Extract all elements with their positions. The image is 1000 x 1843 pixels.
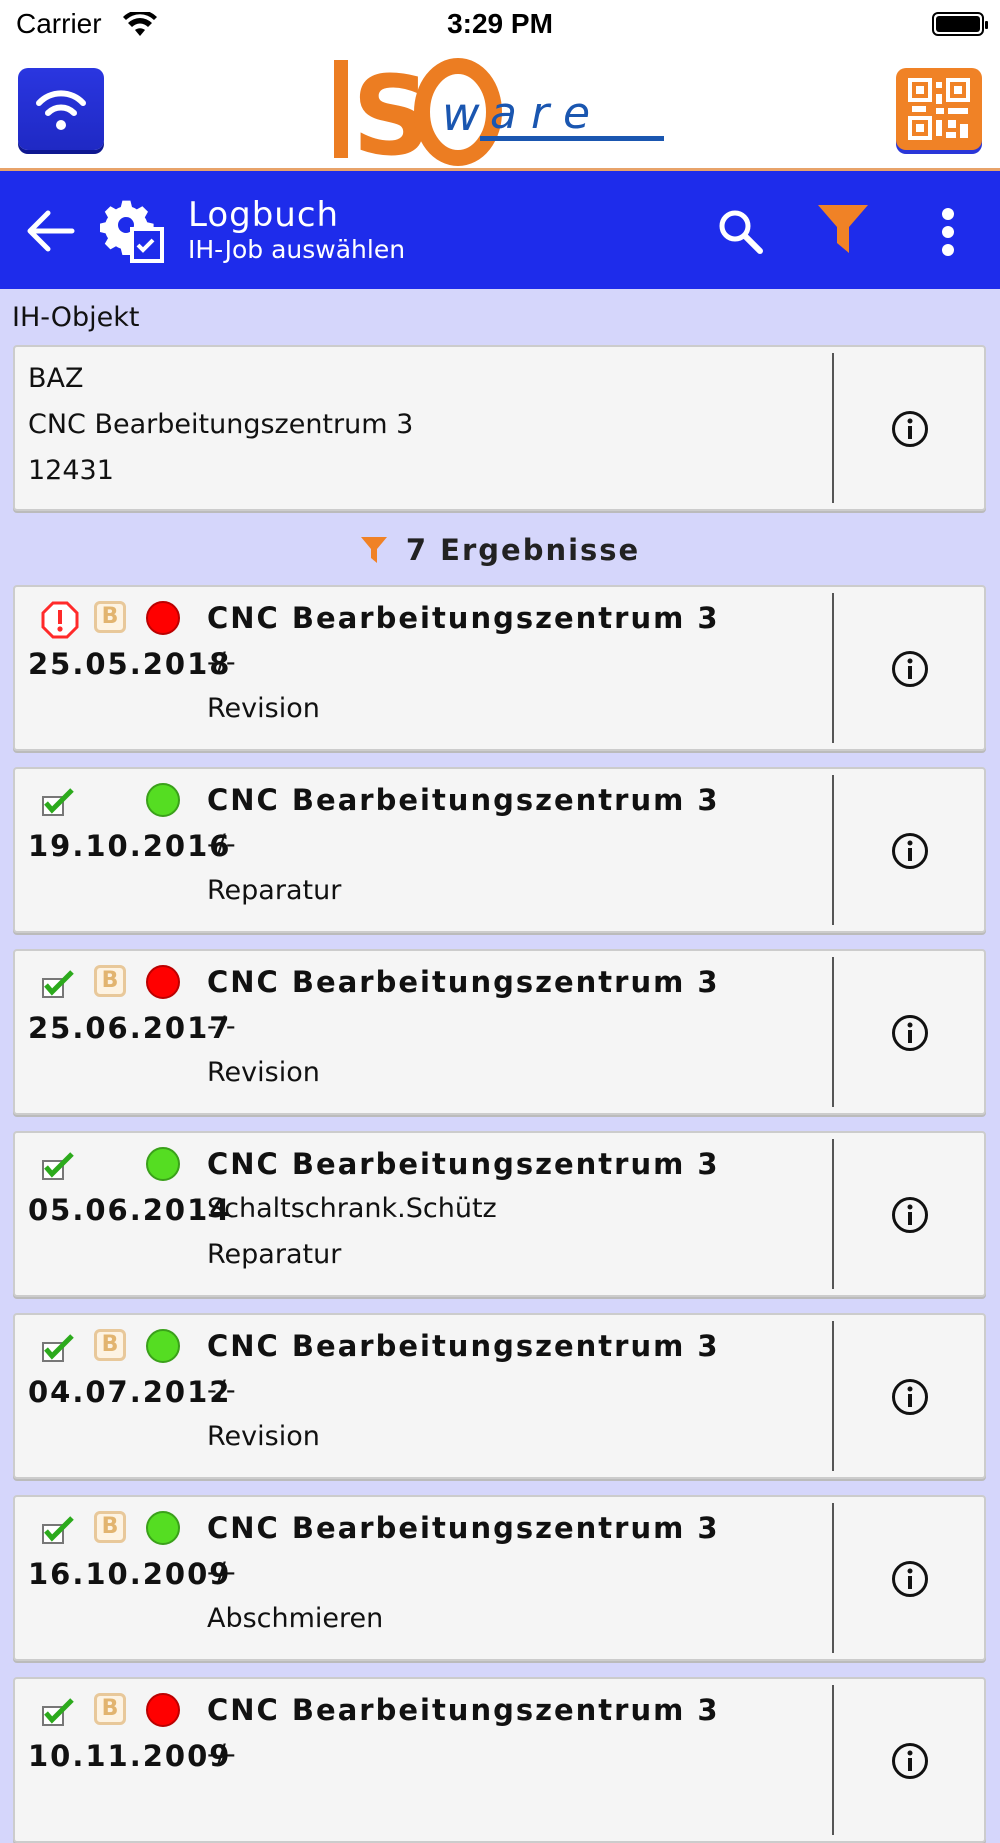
page-subtitle: IH-Job auswählen — [188, 235, 406, 264]
checkmark-icon — [42, 788, 74, 816]
list-item[interactable]: 19.10.2016 CNC Bearbeitungszentrum 3 -/-… — [13, 767, 986, 933]
job-subtitle: -/- — [207, 829, 236, 860]
b-badge-icon: B — [94, 965, 126, 997]
b-badge-icon: B — [94, 601, 126, 633]
list-item[interactable]: B 25.06.2017 CNC Bearbeitungszentrum 3 -… — [13, 949, 986, 1115]
checkmark-icon — [42, 1698, 74, 1726]
list-item[interactable]: 05.06.2014 CNC Bearbeitungszentrum 3 Sch… — [13, 1131, 986, 1297]
info-icon[interactable] — [891, 832, 929, 870]
divider — [832, 1685, 834, 1835]
exclamation-icon — [41, 601, 79, 639]
filter-icon[interactable] — [816, 203, 870, 255]
job-title: CNC Bearbeitungszentrum 3 — [207, 1693, 720, 1727]
divider — [832, 1321, 834, 1471]
job-date: 25.06.2017 — [28, 1011, 232, 1045]
job-date: 25.05.2018 — [28, 647, 232, 681]
info-icon[interactable] — [891, 1014, 929, 1052]
gear-checklist-icon — [100, 200, 164, 263]
object-number: 12431 — [28, 455, 114, 486]
info-icon[interactable] — [891, 1560, 929, 1598]
job-subtitle: -/- — [207, 1375, 236, 1406]
job-type: Abschmieren — [207, 1603, 384, 1634]
divider — [832, 353, 834, 503]
info-icon[interactable] — [891, 1378, 929, 1416]
isoware-logo: S w are — [334, 54, 664, 166]
battery-icon — [932, 12, 988, 36]
job-subtitle: -/- — [207, 1011, 236, 1042]
job-title: CNC Bearbeitungszentrum 3 — [207, 1147, 720, 1181]
section-label: IH-Objekt — [12, 302, 140, 333]
object-code: BAZ — [28, 363, 84, 394]
wifi-button[interactable] — [18, 68, 104, 150]
status-dot-green — [146, 783, 180, 817]
filter-icon — [360, 537, 387, 563]
more-options-icon[interactable] — [940, 207, 956, 257]
list-item[interactable]: B 10.11.2009 CNC Bearbeitungszentrum 3 -… — [13, 1677, 986, 1843]
status-dot-red — [146, 601, 180, 635]
status-bar: Carrier 3:29 PM — [0, 0, 1000, 50]
job-title: CNC Bearbeitungszentrum 3 — [207, 1329, 720, 1363]
job-type: Reparatur — [207, 1239, 342, 1270]
logo-header: S w are — [0, 50, 1000, 171]
back-arrow-icon[interactable] — [26, 209, 76, 253]
job-subtitle: -/- — [207, 647, 236, 678]
b-badge-icon: B — [94, 1329, 126, 1361]
job-date: 04.07.2012 — [28, 1375, 232, 1409]
list-item[interactable]: B 04.07.2012 CNC Bearbeitungszentrum 3 -… — [13, 1313, 986, 1479]
clock: 3:29 PM — [447, 8, 553, 39]
page-title: Logbuch — [188, 195, 340, 235]
b-badge-icon: B — [94, 1693, 126, 1725]
list-item[interactable]: B 25.05.2018 CNC Bearbeitungszentrum 3 -… — [13, 585, 986, 751]
object-name: CNC Bearbeitungszentrum 3 — [28, 409, 414, 440]
job-subtitle: -/- — [207, 1557, 236, 1588]
status-dot-green — [146, 1147, 180, 1181]
job-date: 10.11.2009 — [28, 1739, 232, 1773]
divider — [832, 1503, 834, 1653]
info-icon[interactable] — [891, 650, 929, 688]
results-count: 7 Ergebnisse — [0, 533, 1000, 567]
job-type: Reparatur — [207, 875, 342, 906]
job-subtitle: Schaltschrank.Schütz — [207, 1193, 497, 1224]
object-card[interactable]: BAZ CNC Bearbeitungszentrum 3 12431 — [13, 345, 986, 511]
results-label: 7 Ergebnisse — [405, 533, 641, 567]
job-type: Revision — [207, 693, 320, 724]
qr-code-icon — [908, 78, 970, 140]
divider — [832, 1139, 834, 1289]
divider — [832, 957, 834, 1107]
svg-text:w: w — [442, 87, 480, 141]
status-dot-red — [146, 1693, 180, 1727]
checkmark-icon — [42, 1334, 74, 1362]
wifi-icon — [36, 90, 86, 130]
divider — [832, 775, 834, 925]
job-date: 19.10.2016 — [28, 829, 232, 863]
search-icon[interactable] — [718, 209, 764, 255]
job-date: 05.06.2014 — [28, 1193, 232, 1227]
svg-text:are: are — [490, 88, 604, 139]
divider — [832, 593, 834, 743]
job-title: CNC Bearbeitungszentrum 3 — [207, 965, 720, 999]
list-item[interactable]: B 16.10.2009 CNC Bearbeitungszentrum 3 -… — [13, 1495, 986, 1661]
job-subtitle: -/- — [207, 1739, 236, 1770]
info-icon[interactable] — [891, 410, 929, 448]
job-type: Revision — [207, 1057, 320, 1088]
info-icon[interactable] — [891, 1196, 929, 1234]
job-title: CNC Bearbeitungszentrum 3 — [207, 1511, 720, 1545]
job-title: CNC Bearbeitungszentrum 3 — [207, 783, 720, 817]
status-dot-red — [146, 965, 180, 999]
status-dot-green — [146, 1511, 180, 1545]
b-badge-icon: B — [94, 1511, 126, 1543]
checkmark-icon — [42, 1152, 74, 1180]
status-dot-green — [146, 1329, 180, 1363]
qr-scan-button[interactable] — [896, 68, 982, 150]
info-icon[interactable] — [891, 1742, 929, 1780]
checkmark-icon — [42, 970, 74, 998]
job-type: Revision — [207, 1421, 320, 1452]
app-bar: Logbuch IH-Job auswählen — [0, 171, 1000, 289]
checkmark-icon — [42, 1516, 74, 1544]
job-date: 16.10.2009 — [28, 1557, 232, 1591]
job-title: CNC Bearbeitungszentrum 3 — [207, 601, 720, 635]
